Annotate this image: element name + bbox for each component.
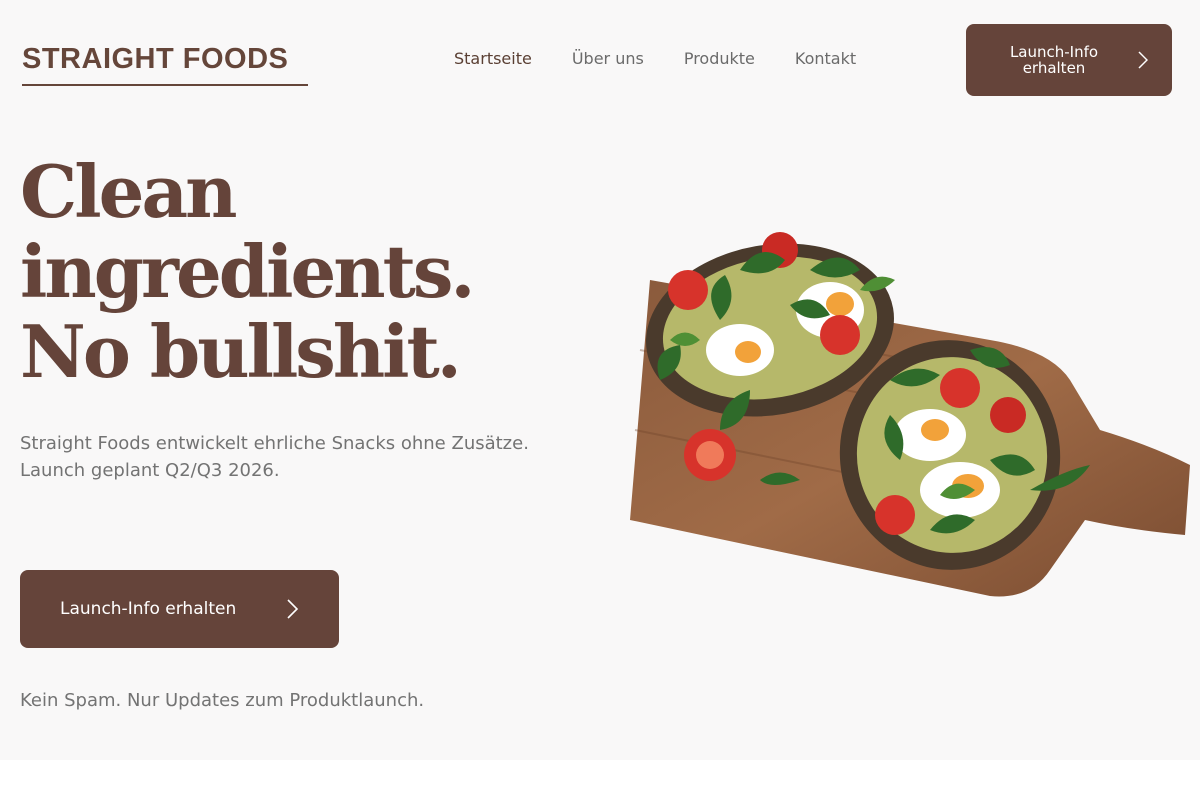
launch-info-button[interactable]: Launch-Info erhalten [20,570,339,648]
hero-section: STRAIGHT FOODS Startseite Über uns Produ… [0,0,1200,760]
hero-headline: Clean ingredients. No bullshit. [20,149,475,394]
launch-info-button-label: Launch-Info erhalten [60,599,237,619]
header-cta-label-line2: erhalten [1022,59,1086,77]
hero-subtext-line-1: Straight Foods entwickelt ehrliche Snack… [20,433,529,454]
header-cta-label: Launch-Info erhalten [994,44,1114,76]
chevron-right-icon [287,599,299,623]
main-nav: Startseite Über uns Produkte Kontakt [454,48,856,70]
chevron-right-icon [1138,51,1149,73]
nav-item-startseite[interactable]: Startseite [454,48,532,70]
hero-subtext-line-2: Launch geplant Q2/Q3 2026. [20,460,280,481]
logo-underline [22,84,308,86]
nav-item-produkte[interactable]: Produkte [684,48,755,70]
header-launch-info-button[interactable]: Launch-Info erhalten [966,24,1172,96]
headline-line-2: ingredients. [20,229,475,314]
brand-logo[interactable]: STRAIGHT FOODS [22,40,310,88]
brand-logo-text: STRAIGHT FOODS [22,43,289,75]
hero-subtext: Straight Foods entwickelt ehrliche Snack… [20,430,580,484]
nav-item-ueber-uns[interactable]: Über uns [572,48,644,70]
no-spam-note: Kein Spam. Nur Updates zum Produktlaunch… [20,690,425,711]
hero-food-image [630,230,1190,610]
nav-item-kontakt[interactable]: Kontakt [795,48,856,70]
headline-line-1: Clean [20,149,237,234]
header-cta-label-line1: Launch-Info [1009,43,1099,61]
headline-line-3: No bullshit. [20,309,462,394]
